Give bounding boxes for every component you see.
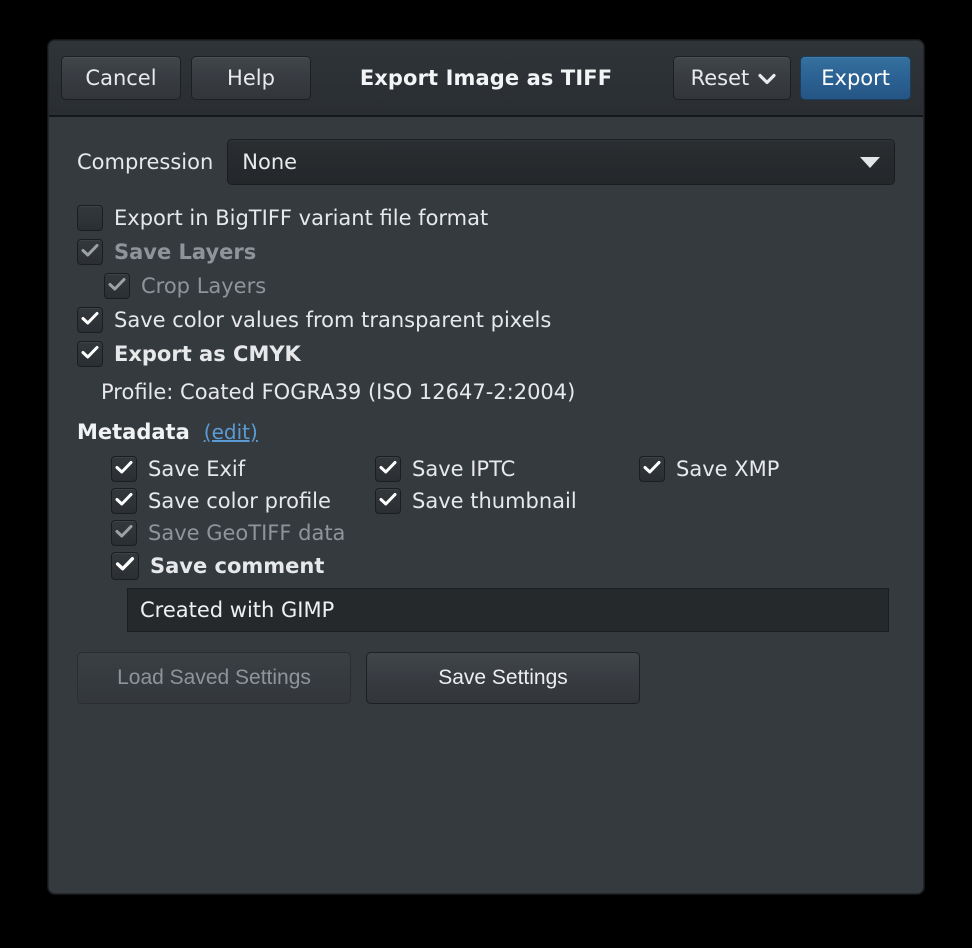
cancel-button[interactable]: Cancel (61, 55, 181, 101)
save-settings-button[interactable]: Save Settings (366, 652, 640, 704)
checkbox-label-save-geotiff-data: Save GeoTIFF data (148, 521, 346, 545)
check-icon (81, 243, 99, 262)
checkbox-row-save-iptc[interactable]: Save IPTC (375, 456, 639, 482)
metadata-section-header: Metadata (edit) (77, 420, 895, 444)
cmyk-profile-text: Profile: Coated FOGRA39 (ISO 12647-2:200… (101, 380, 576, 404)
checkbox-save-exif[interactable] (111, 456, 137, 482)
checkbox-crop-layers[interactable] (104, 273, 130, 299)
checkbox-row-save-transparent-color-values[interactable]: Save color values from transparent pixel… (77, 307, 895, 333)
reset-button-label: Reset (690, 65, 750, 90)
check-icon (81, 345, 99, 364)
checkbox-save-layers[interactable] (77, 239, 103, 265)
compression-label: Compression (77, 150, 214, 174)
check-icon (643, 460, 661, 479)
checkbox-row-save-thumbnail[interactable]: Save thumbnail (375, 488, 639, 514)
comment-input[interactable]: Created with GIMP (127, 588, 889, 632)
export-tiff-dialog: Cancel Help Export Image as TIFF Reset E… (48, 40, 924, 894)
checkbox-label-save-xmp: Save XMP (676, 457, 780, 481)
check-icon (115, 492, 133, 511)
checkbox-label-save-comment: Save comment (150, 554, 325, 578)
checkbox-save-geotiff-data[interactable] (111, 520, 137, 546)
check-icon (115, 524, 133, 543)
checkbox-row-save-comment[interactable]: Save comment (111, 552, 895, 580)
checkbox-save-transparent-color-values[interactable] (77, 307, 103, 333)
settings-buttons-row: Load Saved Settings Save Settings (77, 652, 895, 704)
checkbox-label-bigtiff: Export in BigTIFF variant file format (114, 206, 489, 230)
checkbox-row-export-as-cmyk[interactable]: Export as CMYK (77, 341, 895, 367)
checkbox-save-comment[interactable] (111, 552, 139, 580)
checkbox-save-color-profile[interactable] (111, 488, 137, 514)
check-icon (81, 311, 99, 330)
options-list: Export in BigTIFF variant file format Sa… (77, 205, 895, 367)
header-left-buttons: Cancel Help (61, 55, 311, 101)
checkbox-row-save-color-profile[interactable]: Save color profile (111, 488, 375, 514)
check-icon (115, 460, 133, 479)
checkbox-row-save-exif[interactable]: Save Exif (111, 456, 375, 482)
check-icon (379, 460, 397, 479)
compression-row: Compression None (77, 139, 895, 185)
checkbox-row-save-layers[interactable]: Save Layers (77, 239, 895, 265)
header-right-buttons: Reset Export (672, 55, 911, 101)
reset-button[interactable]: Reset (672, 55, 792, 101)
checkbox-row-crop-layers[interactable]: Crop Layers (104, 273, 895, 299)
checkbox-bigtiff[interactable] (77, 205, 103, 231)
checkbox-label-save-transparent-color-values: Save color values from transparent pixel… (114, 308, 552, 332)
metadata-options-grid: Save Exif Save IPTC Save XMP Save color … (111, 456, 895, 546)
checkbox-row-save-xmp[interactable]: Save XMP (639, 456, 895, 482)
checkbox-save-thumbnail[interactable] (375, 488, 401, 514)
metadata-edit-link[interactable]: (edit) (204, 420, 258, 444)
caret-down-icon (860, 156, 880, 168)
load-saved-settings-button[interactable]: Load Saved Settings (77, 652, 351, 704)
comment-input-value: Created with GIMP (140, 598, 335, 622)
checkbox-label-save-iptc: Save IPTC (412, 457, 516, 481)
check-icon (379, 492, 397, 511)
checkbox-label-save-color-profile: Save color profile (148, 489, 331, 513)
dialog-body: Compression None Export in BigTIFF varia… (49, 117, 923, 893)
chevron-down-icon (758, 73, 776, 85)
compression-selected-value: None (242, 150, 298, 174)
checkbox-label-export-as-cmyk: Export as CMYK (114, 342, 301, 366)
checkbox-label-save-exif: Save Exif (148, 457, 246, 481)
dialog-header-bar: Cancel Help Export Image as TIFF Reset E… (49, 41, 923, 117)
checkbox-export-as-cmyk[interactable] (77, 341, 103, 367)
export-button[interactable]: Export (800, 55, 911, 101)
checkbox-row-bigtiff[interactable]: Export in BigTIFF variant file format (77, 205, 895, 231)
checkbox-save-iptc[interactable] (375, 456, 401, 482)
compression-dropdown[interactable]: None (227, 139, 895, 185)
metadata-grid-spacer (639, 488, 895, 514)
help-button[interactable]: Help (191, 55, 311, 101)
checkbox-label-save-layers: Save Layers (114, 240, 257, 264)
checkbox-save-xmp[interactable] (639, 456, 665, 482)
check-icon (115, 557, 135, 576)
checkbox-label-save-thumbnail: Save thumbnail (412, 489, 577, 513)
metadata-title: Metadata (77, 420, 190, 444)
checkbox-row-save-geotiff-data[interactable]: Save GeoTIFF data (111, 520, 375, 546)
checkbox-label-crop-layers: Crop Layers (141, 274, 267, 298)
check-icon (108, 277, 126, 296)
